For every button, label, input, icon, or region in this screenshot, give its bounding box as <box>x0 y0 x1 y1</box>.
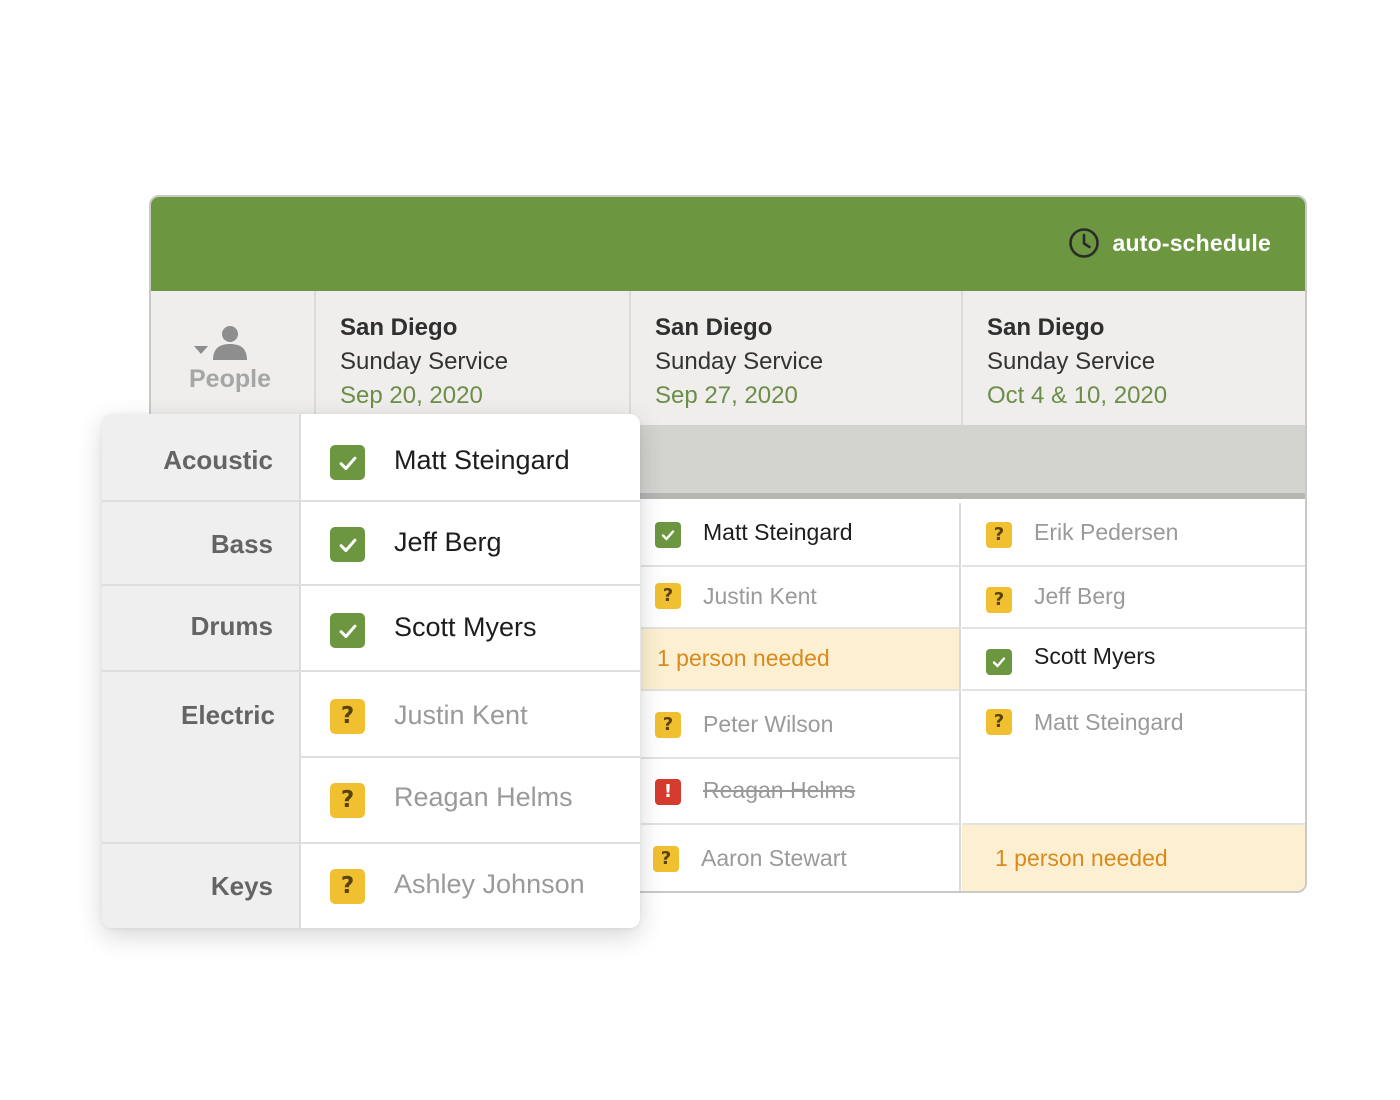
position-cell: Acoustic <box>102 414 301 500</box>
person-needed-cell[interactable]: 1 person needed <box>962 825 1305 891</box>
position-row: Acoustic Matt Steingard <box>102 414 640 502</box>
auto-schedule-button[interactable]: auto-schedule <box>1068 225 1271 261</box>
check-icon <box>330 613 365 648</box>
assignment-cell[interactable]: ? Ashley Johnson <box>301 844 640 928</box>
question-icon: ? <box>986 587 1012 613</box>
assignment-cell[interactable]: Scott Myers <box>962 629 1305 691</box>
plan-location: San Diego <box>655 314 773 341</box>
question-icon: ? <box>330 783 365 818</box>
question-icon: ? <box>655 712 681 738</box>
plan-date: Sep 20, 2020 <box>340 382 483 409</box>
plan-date: Sep 27, 2020 <box>655 382 798 409</box>
person-name: Scott Myers <box>1034 643 1156 669</box>
person-needed-label: 1 person needed <box>657 645 830 671</box>
question-icon: ? <box>330 699 365 734</box>
person-name: Jeff Berg <box>394 527 502 557</box>
assignment-cell[interactable]: ? Reagan Helms <box>301 758 640 842</box>
person-name: Matt Steingard <box>394 445 570 475</box>
exclamation-icon: ! <box>655 779 681 805</box>
position-label: Keys <box>210 871 273 901</box>
assignment-cell[interactable]: Scott Myers <box>301 586 640 670</box>
person-name: Jeff Berg <box>1034 583 1126 609</box>
plan-date: Oct 4 & 10, 2020 <box>987 382 1168 409</box>
person-icon <box>213 326 247 360</box>
position-row: Keys ? Ashley Johnson <box>102 844 640 928</box>
person-name: Matt Steingard <box>1034 709 1184 735</box>
assignment-cell[interactable]: Matt Steingard <box>301 414 640 500</box>
assignment-cell[interactable]: ? Aaron Stewart <box>641 825 959 891</box>
position-label: Drums <box>190 611 273 641</box>
position-label: Electric <box>181 700 275 730</box>
check-icon <box>330 527 365 562</box>
assignment-cell[interactable]: ? Justin Kent <box>641 567 959 629</box>
person-name: Erik Pedersen <box>1034 519 1179 545</box>
assignment-cell[interactable]: Matt Steingard <box>641 503 959 567</box>
position-row: Bass Jeff Berg <box>102 502 640 586</box>
question-icon: ? <box>330 869 365 904</box>
person-name: Peter Wilson <box>703 711 834 737</box>
assignment-cell[interactable]: ? Jeff Berg <box>962 567 1305 629</box>
plan-location: San Diego <box>340 314 458 341</box>
person-name: Ashley Johnson <box>394 869 585 899</box>
person-name: Reagan Helms <box>703 777 856 803</box>
clock-icon <box>1069 228 1100 258</box>
plan-service-type: Sunday Service <box>987 348 1156 375</box>
plan-service-type: Sunday Service <box>340 348 509 375</box>
question-icon: ? <box>655 583 681 609</box>
plan-location: San Diego <box>987 314 1105 341</box>
check-icon <box>330 445 365 480</box>
question-icon: ? <box>986 522 1012 548</box>
people-filter[interactable]: People <box>151 291 316 425</box>
assignment-cell[interactable]: ? Matt Steingard <box>962 691 1305 825</box>
person-name: Aaron Stewart <box>701 845 847 871</box>
plan-2-column: Matt Steingard ? Justin Kent 1 person ne… <box>641 503 961 891</box>
position-cell: Bass <box>102 502 301 584</box>
assignment-cell[interactable]: ! Reagan Helms <box>641 759 959 825</box>
position-row: Drums Scott Myers <box>102 586 640 672</box>
person-name: Matt Steingard <box>703 519 853 545</box>
check-icon <box>986 649 1012 675</box>
question-icon: ? <box>986 709 1012 735</box>
plan-header-2[interactable]: San Diego Sunday Service Sep 27, 2020 <box>631 291 963 425</box>
plan-header-1[interactable]: San Diego Sunday Service Sep 20, 2020 <box>316 291 631 425</box>
position-row: Electric ? Justin Kent ? Reagan Helms <box>102 672 640 844</box>
person-name: Justin Kent <box>394 700 528 730</box>
plan-header-row: People San Diego Sunday Service Sep 20, … <box>151 291 1305 425</box>
position-cell: Keys <box>102 844 301 928</box>
check-icon <box>655 522 681 548</box>
assignment-cell[interactable]: ? Erik Pedersen <box>962 503 1305 567</box>
assignment-cell[interactable]: Jeff Berg <box>301 502 640 584</box>
person-needed-label: 1 person needed <box>995 845 1168 871</box>
caret-down-icon <box>194 346 208 354</box>
person-needed-cell[interactable]: 1 person needed <box>641 629 959 691</box>
plan-service-type: Sunday Service <box>655 348 824 375</box>
people-label: People <box>189 365 271 393</box>
position-cell: Drums <box>102 586 301 670</box>
auto-schedule-label: auto-schedule <box>1112 229 1271 256</box>
position-cell: Electric <box>102 672 301 842</box>
assignment-cell[interactable]: ? Peter Wilson <box>641 691 959 759</box>
person-name: Justin Kent <box>703 583 817 609</box>
matrix-header-bar: auto-schedule <box>151 197 1305 291</box>
person-name: Scott Myers <box>394 612 537 642</box>
position-label: Acoustic <box>163 445 273 475</box>
position-label: Bass <box>210 529 273 559</box>
person-name: Reagan Helms <box>394 782 573 812</box>
plan-3-column: ? Erik Pedersen ? Jeff Berg Scott Myers … <box>962 503 1305 891</box>
question-icon: ? <box>653 846 679 872</box>
plan-header-3[interactable]: San Diego Sunday Service Oct 4 & 10, 202… <box>963 291 1305 425</box>
plan-1-positions-card: Acoustic Matt Steingard Bass Jeff Berg D… <box>102 414 640 928</box>
assignment-cell[interactable]: ? Justin Kent <box>301 672 640 758</box>
